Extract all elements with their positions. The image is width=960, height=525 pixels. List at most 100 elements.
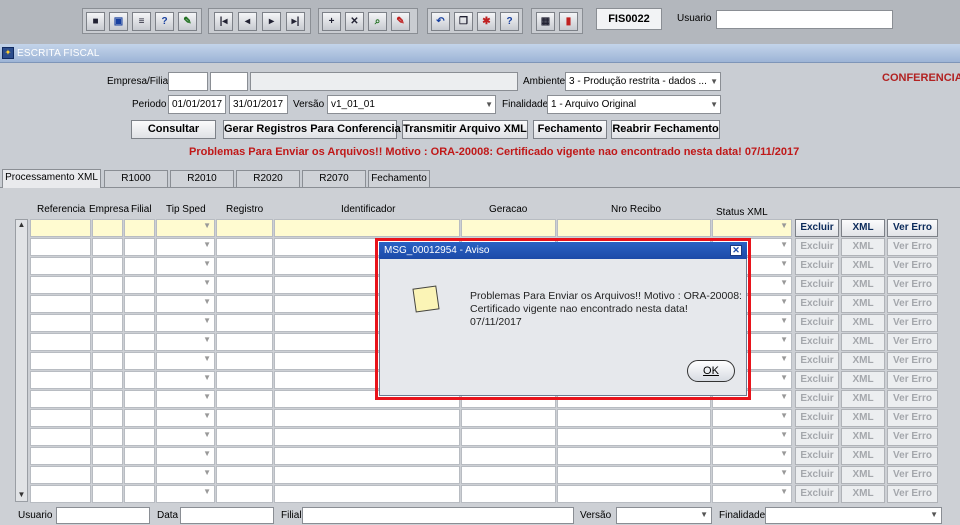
reabrir-fechamento-button[interactable]: Reabrir Fechamento bbox=[611, 120, 720, 139]
ver-erro-button[interactable]: Ver Erro bbox=[887, 219, 938, 237]
xml-button[interactable]: XML bbox=[841, 238, 885, 256]
xml-button[interactable]: XML bbox=[841, 485, 885, 503]
grid-cell[interactable] bbox=[30, 371, 91, 389]
grid-cell[interactable]: ▼ bbox=[156, 219, 215, 237]
grid-cell[interactable]: ▼ bbox=[156, 314, 215, 332]
excluir-button[interactable]: Excluir bbox=[795, 314, 839, 332]
grid-cell[interactable] bbox=[124, 333, 155, 351]
grid-cell[interactable] bbox=[461, 428, 556, 446]
grid-cell[interactable]: ▼ bbox=[156, 447, 215, 465]
print-icon[interactable]: ≡ bbox=[132, 12, 151, 31]
grid-cell[interactable] bbox=[30, 447, 91, 465]
ambiente-select[interactable]: 3 - Produção restrita - dados ... ▼ bbox=[565, 72, 721, 91]
grid-cell[interactable] bbox=[216, 295, 273, 313]
ver-erro-button[interactable]: Ver Erro bbox=[887, 295, 938, 313]
grid-cell[interactable] bbox=[216, 371, 273, 389]
grid-cell[interactable]: ▼ bbox=[156, 428, 215, 446]
grid-cell[interactable] bbox=[30, 352, 91, 370]
usuario-field[interactable] bbox=[716, 10, 893, 29]
grid-cell[interactable] bbox=[274, 428, 460, 446]
grid-cell[interactable] bbox=[216, 238, 273, 256]
grid-cell[interactable] bbox=[92, 428, 123, 446]
xml-button[interactable]: XML bbox=[841, 447, 885, 465]
excluir-button[interactable]: Excluir bbox=[795, 333, 839, 351]
grid-cell[interactable]: ▼ bbox=[156, 238, 215, 256]
grid-cell[interactable] bbox=[30, 409, 91, 427]
grid-cell[interactable] bbox=[557, 219, 711, 237]
grid-cell[interactable] bbox=[216, 314, 273, 332]
periodo-start-field[interactable]: 01/01/2017 bbox=[168, 95, 226, 114]
grid-cell[interactable] bbox=[274, 219, 460, 237]
finalidade-select[interactable]: 1 - Arquivo Original ▼ bbox=[547, 95, 721, 114]
grid-cell[interactable]: ▼ bbox=[156, 466, 215, 484]
grid-cell[interactable] bbox=[216, 466, 273, 484]
ver-erro-button[interactable]: Ver Erro bbox=[887, 276, 938, 294]
grid-cell[interactable] bbox=[30, 238, 91, 256]
ver-erro-button[interactable]: Ver Erro bbox=[887, 428, 938, 446]
copy-icon[interactable]: ❐ bbox=[454, 12, 473, 31]
grid-cell[interactable] bbox=[92, 390, 123, 408]
xml-button[interactable]: XML bbox=[841, 276, 885, 294]
grid-cell[interactable] bbox=[92, 371, 123, 389]
ver-erro-button[interactable]: Ver Erro bbox=[887, 371, 938, 389]
grid-cell[interactable] bbox=[557, 409, 711, 427]
grid-cell[interactable] bbox=[124, 428, 155, 446]
grid-cell[interactable] bbox=[30, 466, 91, 484]
query-icon[interactable]: ⌕ bbox=[368, 12, 387, 31]
gerar-registros-button[interactable]: Gerar Registros Para Conferencia bbox=[223, 120, 401, 139]
grid-cell[interactable] bbox=[461, 466, 556, 484]
grid-cell[interactable] bbox=[92, 276, 123, 294]
excluir-button[interactable]: Excluir bbox=[795, 219, 839, 237]
empresa-field[interactable] bbox=[168, 72, 208, 91]
grid-cell[interactable]: ▼ bbox=[156, 409, 215, 427]
grid-cell[interactable] bbox=[461, 485, 556, 503]
undo-icon[interactable]: ↶ bbox=[431, 12, 450, 31]
grid-cell[interactable] bbox=[461, 219, 556, 237]
grid-cell[interactable] bbox=[557, 447, 711, 465]
close-icon[interactable]: ✕ bbox=[730, 245, 742, 256]
excluir-button[interactable]: Excluir bbox=[795, 466, 839, 484]
grid-cell[interactable] bbox=[124, 409, 155, 427]
grid-cell[interactable]: ▼ bbox=[712, 447, 792, 465]
ver-erro-button[interactable]: Ver Erro bbox=[887, 257, 938, 275]
ver-erro-button[interactable]: Ver Erro bbox=[887, 447, 938, 465]
ver-erro-button[interactable]: Ver Erro bbox=[887, 409, 938, 427]
grid-cell[interactable] bbox=[92, 257, 123, 275]
grid-cell[interactable] bbox=[30, 428, 91, 446]
window-icon[interactable]: ▣ bbox=[109, 12, 128, 31]
calendar-icon[interactable]: ▦ bbox=[536, 12, 555, 31]
tab-r2010[interactable]: R2010 bbox=[170, 170, 234, 187]
excluir-button[interactable]: Excluir bbox=[795, 257, 839, 275]
grid-cell[interactable] bbox=[216, 447, 273, 465]
scroll-up-icon[interactable]: ▲ bbox=[15, 219, 28, 232]
grid-cell[interactable] bbox=[216, 219, 273, 237]
grid-cell[interactable] bbox=[124, 314, 155, 332]
help-icon[interactable]: ? bbox=[155, 12, 174, 31]
grid-cell[interactable]: ▼ bbox=[156, 276, 215, 294]
grid-cell[interactable] bbox=[274, 409, 460, 427]
grid-cell[interactable] bbox=[557, 485, 711, 503]
grid-cell[interactable] bbox=[216, 352, 273, 370]
tools-icon[interactable]: ✱ bbox=[477, 12, 496, 31]
versao-select[interactable]: v1_01_01 ▼ bbox=[327, 95, 496, 114]
grid-cell[interactable] bbox=[124, 447, 155, 465]
grid-cell[interactable] bbox=[92, 466, 123, 484]
grid-cell[interactable]: ▼ bbox=[156, 390, 215, 408]
grid-cell[interactable]: ▼ bbox=[712, 466, 792, 484]
grid-cell[interactable] bbox=[92, 295, 123, 313]
grid-cell[interactable] bbox=[92, 409, 123, 427]
fechamento-button[interactable]: Fechamento bbox=[533, 120, 607, 139]
grid-cell[interactable] bbox=[30, 276, 91, 294]
grid-cell[interactable]: ▼ bbox=[156, 352, 215, 370]
grid-cell[interactable]: ▼ bbox=[156, 257, 215, 275]
next-icon[interactable]: ▸ bbox=[262, 12, 281, 31]
excluir-button[interactable]: Excluir bbox=[795, 447, 839, 465]
excluir-button[interactable]: Excluir bbox=[795, 409, 839, 427]
grid-cell[interactable] bbox=[124, 219, 155, 237]
grid-cell[interactable] bbox=[274, 447, 460, 465]
grid-cell[interactable] bbox=[124, 295, 155, 313]
grid-cell[interactable] bbox=[124, 390, 155, 408]
grid-cell[interactable] bbox=[30, 314, 91, 332]
last-icon[interactable]: ▸| bbox=[286, 12, 305, 31]
grid-cell[interactable] bbox=[30, 485, 91, 503]
